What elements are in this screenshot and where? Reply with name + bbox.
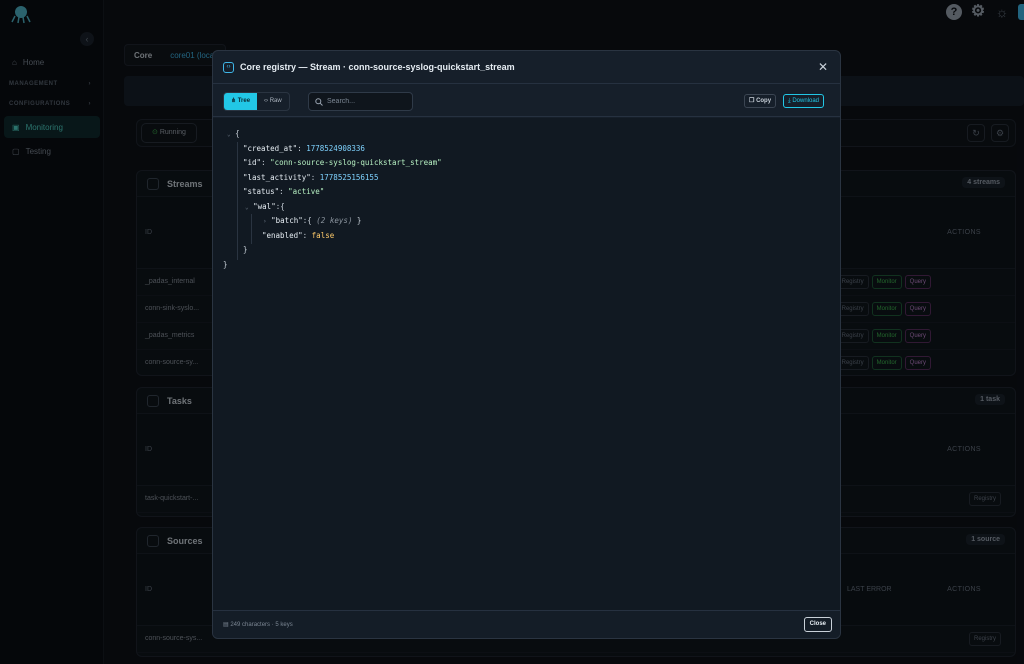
raw-view-button[interactable]: ‹› Raw <box>257 93 289 110</box>
json-line-id: "id": "conn-source-syslog-quickstart_str… <box>243 158 442 167</box>
search-field <box>308 92 413 111</box>
download-button[interactable]: ⤓ Download <box>783 94 825 108</box>
tree-icon: ⋔ <box>231 98 237 104</box>
document-icon: ▤ <box>223 622 229 628</box>
json-line-wal[interactable]: ⌄ "wal":{ <box>245 202 285 211</box>
collapse-toggle-icon[interactable]: ⌄ <box>227 131 231 138</box>
footer-info: ▤ 249 characters · 5 keys <box>223 622 293 628</box>
copy-icon: ❐ <box>749 98 755 104</box>
search-icon <box>315 97 323 106</box>
modal-header: ‹› Core registry — Stream · conn-source-… <box>213 51 840 84</box>
code-icon: ‹› <box>223 61 234 73</box>
registry-modal: ‹› Core registry — Stream · conn-source-… <box>212 50 841 639</box>
indent-guide <box>251 214 252 244</box>
json-line-last-activity: "last_activity": 1778525156155 <box>243 173 379 182</box>
modal-toolbar: ⋔ Tree ‹› Raw ❐ Copy ⤓ Download <box>213 84 840 117</box>
close-icon[interactable]: ✕ <box>818 61 828 73</box>
app-root: ‹ ⌂ Home MANAGEMENT › CONFIGURATIONS › ▣ M… <box>0 0 1024 664</box>
code-icon: ‹› <box>264 98 269 104</box>
modal-footer: ▤ 249 characters · 5 keys Close <box>213 610 840 638</box>
json-line-status: "status": "active" <box>243 187 325 196</box>
download-icon: ⤓ <box>788 98 791 104</box>
search-input[interactable] <box>327 98 407 105</box>
view-toggle: ⋔ Tree ‹› Raw <box>223 92 290 111</box>
json-tree-viewer: ⌄ { "created_at": 1778524908336 "id": "c… <box>213 118 840 612</box>
json-line-created-at: "created_at": 1778524908336 <box>243 144 365 153</box>
modal-title: Core registry — Stream · conn-source-sys… <box>240 62 515 72</box>
json-line-batch[interactable]: › "batch":{ (2 keys) } <box>263 216 361 225</box>
collapse-toggle-icon[interactable]: ⌄ <box>245 204 249 211</box>
indent-guide <box>237 142 238 260</box>
copy-button[interactable]: ❐ Copy <box>744 94 777 108</box>
expand-toggle-icon[interactable]: › <box>263 218 267 225</box>
json-line-enabled: "enabled": false <box>262 231 335 240</box>
close-button[interactable]: Close <box>803 617 832 632</box>
tree-view-button[interactable]: ⋔ Tree <box>224 93 258 110</box>
